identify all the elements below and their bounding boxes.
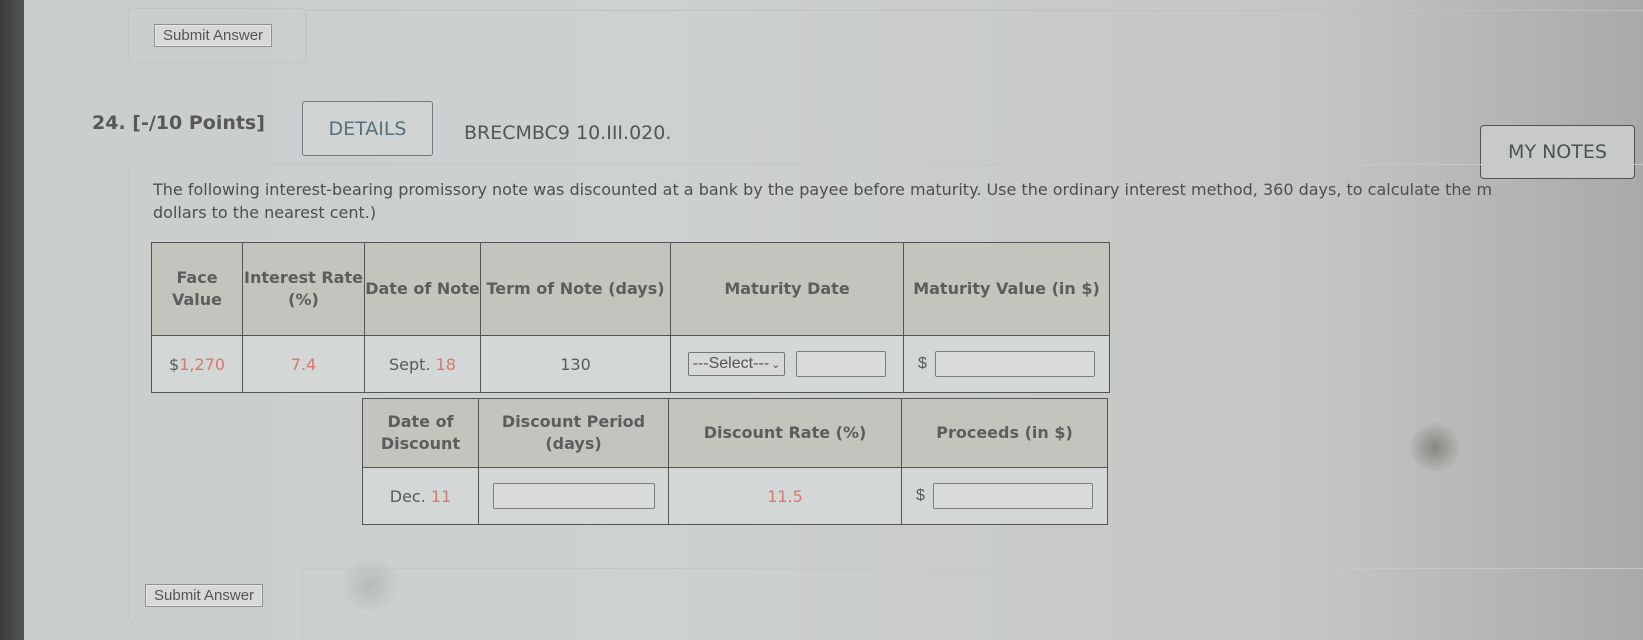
discount-rate-value: 11.5: [767, 486, 803, 506]
maturity-month-select[interactable]: ---Select--- ⌄: [687, 352, 786, 376]
header-discount-period: Discount Period (days): [478, 398, 669, 468]
cell-discount-period: [478, 467, 669, 525]
date-of-note-month: Sept.: [389, 354, 431, 374]
face-value: 1,270: [179, 354, 225, 374]
cell-discount-rate: 11.5: [668, 467, 902, 525]
header-maturity-date: Maturity Date: [670, 242, 904, 336]
cell-date-of-discount: Dec. 11: [362, 467, 479, 525]
cell-maturity-date: ---Select--- ⌄: [670, 335, 904, 393]
cell-proceeds: $: [901, 467, 1108, 525]
discount-day: 11: [430, 486, 452, 506]
maturity-day-input[interactable]: [796, 351, 887, 377]
chevron-down-icon: ⌄: [771, 358, 781, 371]
note-table-header-row: Face Value Interest Rate (%) Date of Not…: [151, 242, 1110, 336]
prompt-line-1: The following interest-bearing promissor…: [153, 180, 1493, 199]
header-term-of-note: Term of Note (days): [480, 242, 671, 336]
cell-date-of-note: Sept. 18: [364, 335, 481, 393]
answer-feedback-panel: [302, 568, 1643, 640]
interest-rate-value: 7.4: [290, 354, 317, 374]
previous-question-panel: [306, 10, 1643, 62]
proceeds-dollar-symbol: $: [916, 487, 925, 504]
header-proceeds: Proceeds (in $): [901, 398, 1108, 468]
discount-table-header-row: Date of Discount Discount Period (days) …: [362, 398, 1108, 468]
header-interest-rate: Interest Rate (%): [242, 242, 365, 336]
cell-maturity-value: $: [903, 335, 1110, 393]
face-value-symbol: $: [169, 354, 180, 374]
screen-bezel: [0, 0, 24, 640]
cell-face-value: $1,270: [151, 335, 243, 393]
question-prompt: The following interest-bearing promissor…: [153, 178, 1643, 224]
discount-month: Dec.: [389, 486, 426, 506]
maturity-month-selected: ---Select---: [692, 355, 770, 372]
problem-id: BRECMBC9 10.III.020.: [464, 122, 672, 144]
header-date-of-note: Date of Note: [364, 242, 481, 336]
screen-smudge: [1410, 420, 1460, 475]
note-table-row: $1,270 7.4 Sept. 18 130 ---Select--- ⌄ $: [151, 335, 1110, 393]
date-of-note-day: 18: [435, 354, 456, 374]
cell-term-of-note: 130: [480, 335, 671, 393]
previous-submit-answer-button[interactable]: Submit Answer: [154, 24, 273, 47]
header-face-value: Face Value: [151, 242, 243, 336]
cell-interest-rate: 7.4: [242, 335, 365, 393]
term-of-note-value: 130: [560, 354, 591, 374]
prompt-line-2: dollars to the nearest cent.): [153, 203, 377, 222]
submit-answer-button[interactable]: Submit Answer: [145, 584, 264, 607]
question-number-points: 24. [-/10 Points]: [92, 112, 265, 134]
maturity-value-dollar-symbol: $: [918, 355, 927, 372]
proceeds-input[interactable]: [932, 483, 1093, 509]
header-maturity-value: Maturity Value (in $): [903, 242, 1110, 336]
screen-smudge: [335, 560, 405, 610]
header-date-of-discount: Date of Discount: [362, 398, 479, 468]
discount-period-input[interactable]: [492, 483, 655, 509]
note-table: Face Value Interest Rate (%) Date of Not…: [151, 242, 1110, 393]
header-discount-rate: Discount Rate (%): [668, 398, 902, 468]
discount-table: Date of Discount Discount Period (days) …: [362, 398, 1108, 525]
details-button[interactable]: DETAILS: [302, 101, 433, 156]
discount-table-row: Dec. 11 11.5 $: [362, 467, 1108, 525]
maturity-value-input[interactable]: [934, 351, 1095, 377]
